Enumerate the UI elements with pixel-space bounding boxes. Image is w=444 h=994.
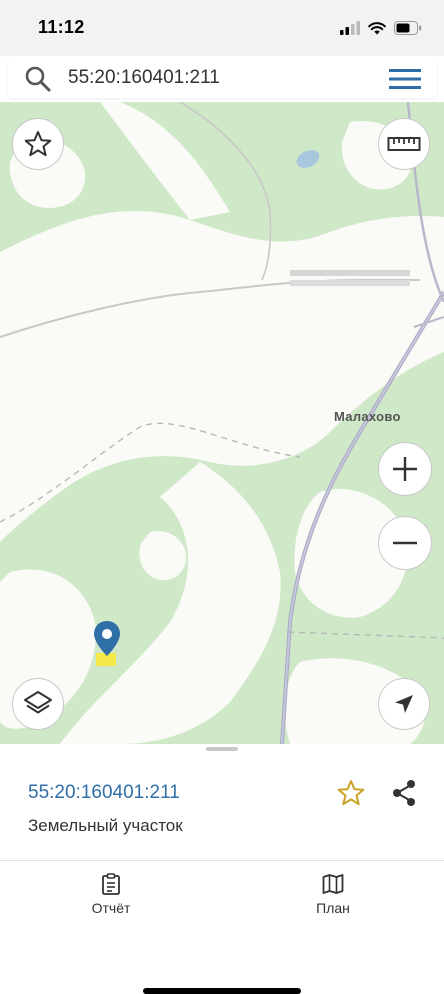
navigation-arrow-icon — [395, 695, 413, 713]
battery-icon — [394, 21, 422, 35]
zoom-in-button[interactable] — [378, 442, 432, 496]
tab-report[interactable]: Отчёт — [51, 872, 171, 916]
location-pin-icon[interactable] — [92, 620, 122, 668]
map-icon — [322, 874, 344, 894]
tab-plan-label: План — [316, 900, 350, 916]
search-bar[interactable]: 55:20:160401:211 — [8, 58, 437, 98]
sheet-drag-handle[interactable] — [206, 747, 238, 751]
tab-report-label: Отчёт — [91, 900, 131, 916]
hamburger-menu-icon[interactable] — [389, 68, 421, 90]
favorites-button[interactable] — [12, 118, 64, 170]
map-view[interactable]: Малахово — [0, 102, 444, 744]
status-bar: 11:12 — [0, 0, 444, 56]
layers-icon — [24, 691, 52, 714]
parcel-type-label: Земельный участок — [28, 816, 183, 835]
plus-icon — [393, 457, 417, 481]
minus-icon — [393, 541, 417, 545]
wifi-icon — [368, 22, 386, 35]
home-indicator[interactable] — [143, 988, 301, 994]
sheet-divider — [0, 860, 444, 861]
layers-button[interactable] — [12, 678, 64, 730]
parcel-cadastral-number[interactable]: 55:20:160401:211 — [28, 782, 180, 804]
star-outline-icon — [24, 131, 52, 157]
search-input[interactable]: 55:20:160401:211 — [68, 67, 220, 89]
zoom-out-button[interactable] — [378, 516, 432, 570]
place-label: Малахово — [334, 409, 401, 424]
tab-plan[interactable]: План — [273, 872, 393, 916]
ruler-button[interactable] — [378, 118, 430, 170]
favorite-star-icon[interactable] — [336, 778, 366, 808]
signal-icon — [340, 21, 360, 35]
share-icon[interactable] — [390, 778, 418, 808]
parcel-info-sheet[interactable]: 55:20:160401:211 Земельный участок Отчёт… — [0, 744, 444, 994]
status-time: 11:12 — [38, 17, 85, 37]
locate-me-button[interactable] — [378, 678, 430, 730]
ruler-icon — [387, 137, 421, 151]
search-icon[interactable] — [24, 65, 52, 93]
report-icon — [102, 873, 120, 895]
status-icons — [340, 18, 422, 38]
